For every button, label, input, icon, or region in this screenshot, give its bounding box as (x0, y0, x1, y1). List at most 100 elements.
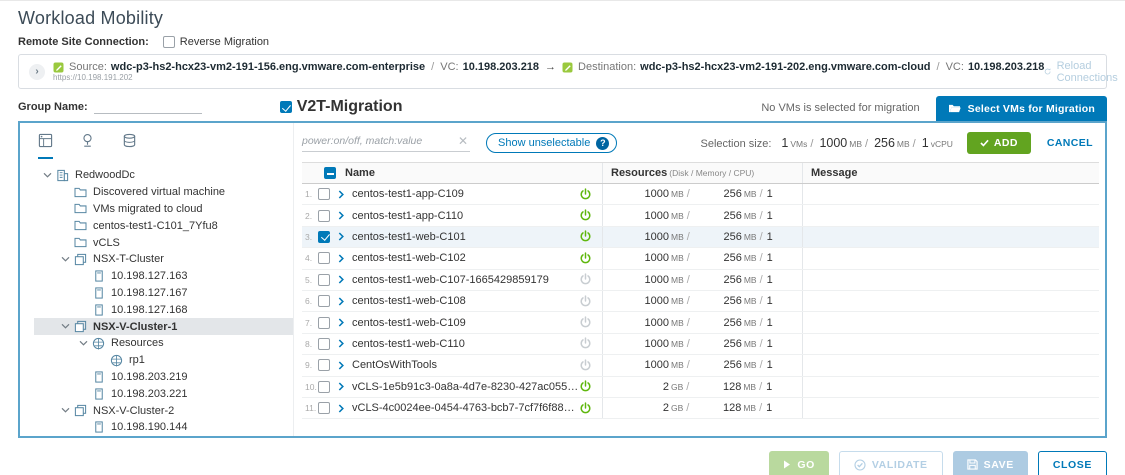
chevron-right-icon[interactable] (338, 404, 345, 413)
tree-item-nsx-v-cluster-1[interactable]: NSX-V-Cluster-1 (34, 318, 293, 335)
table-row[interactable]: 10.vCLS-1e5b91c3-0a8a-4d7e-8230-427ac055… (302, 377, 1099, 398)
v2t-migration-label: V2T-Migration (297, 98, 403, 116)
chevron-right-icon[interactable] (338, 339, 345, 348)
row-checkbox[interactable] (318, 210, 330, 222)
page-title: Workload Mobility (18, 1, 1107, 36)
tree-item-label: NSX-V-Cluster-2 (93, 405, 174, 417)
table-row[interactable]: 8.centos-test1-web-C1101000MB/256MB/1 (302, 334, 1099, 355)
inventory-tree-pane: RedwoodDcDiscovered virtual machineVMs m… (20, 123, 294, 436)
row-checkbox[interactable] (318, 188, 330, 200)
chevron-down-icon[interactable] (79, 340, 88, 347)
row-checkbox[interactable] (318, 359, 330, 371)
column-resources: Resources (611, 167, 667, 179)
chevron-right-icon[interactable] (338, 275, 345, 284)
tab-storage[interactable] (122, 133, 137, 159)
tree-item-nsx-v-cluster-2[interactable]: NSX-V-Cluster-2 (34, 402, 293, 419)
reverse-migration-checkbox[interactable]: Reverse Migration (163, 36, 269, 48)
row-checkbox[interactable] (318, 231, 330, 243)
row-checkbox[interactable] (318, 252, 330, 264)
chevron-down-icon[interactable] (61, 407, 70, 414)
tree-item-discovered-virtual-machine[interactable]: Discovered virtual machine (34, 184, 293, 201)
vm-resources: 1000MB/256MB/1 (602, 312, 802, 332)
v2t-migration-checkbox[interactable]: V2T-Migration (280, 98, 403, 116)
chevron-right-icon[interactable] (338, 254, 345, 263)
row-checkbox[interactable] (318, 317, 330, 329)
tree-item-10-198-203-221[interactable]: 10.198.203.221 (34, 385, 293, 402)
table-row[interactable]: 1.centos-test1-app-C1091000MB/256MB/1 (302, 184, 1099, 205)
host-icon (94, 371, 104, 383)
tree-item-10-198-127-163[interactable]: 10.198.127.163 (34, 268, 293, 285)
chevron-down-icon[interactable] (43, 172, 52, 179)
tab-vms-and-templates[interactable] (80, 133, 95, 159)
reload-connections-button[interactable]: Reload Connections (1044, 60, 1121, 84)
vm-message (802, 291, 1099, 311)
tree-item-resources[interactable]: Resources (34, 335, 293, 352)
chevron-right-icon[interactable] (338, 211, 345, 220)
row-checkbox[interactable] (318, 381, 330, 393)
tree-item-vcls[interactable]: vCLS (34, 234, 293, 251)
vm-filter-input[interactable]: power:on/off, match:value ✕ (302, 134, 470, 152)
row-checkbox[interactable] (318, 402, 330, 414)
expand-connection-chevron[interactable]: › (29, 64, 45, 80)
tree-item-label: centos-test1-C101_7Yfu8 (93, 220, 218, 232)
destination-vc-label: VC: (946, 61, 964, 73)
chevron-right-icon[interactable] (338, 318, 345, 327)
tree-item-10-198-190-144[interactable]: 10.198.190.144 (34, 419, 293, 436)
tree-item-label: NSX-V-Cluster-1 (93, 321, 177, 333)
host-icon (94, 388, 104, 400)
save-button[interactable]: SAVE (953, 451, 1028, 475)
refresh-icon (1044, 66, 1051, 77)
vm-message (802, 398, 1099, 418)
selection-metrics: 1VMs/1000MB/256MB/1vCPU (775, 136, 952, 150)
vm-message (802, 377, 1099, 397)
select-vms-tab[interactable]: Select VMs for Migration (936, 96, 1107, 121)
select-all-checkbox[interactable] (324, 167, 336, 179)
chevron-down-icon[interactable] (61, 323, 70, 330)
checkbox-checked-icon[interactable] (280, 101, 292, 113)
cancel-button[interactable]: CANCEL (1047, 137, 1093, 149)
chevron-right-icon[interactable] (338, 232, 345, 241)
table-row[interactable]: 7.centos-test1-web-C1091000MB/256MB/1 (302, 312, 1099, 333)
tree-item-label: NSX-T-Cluster (93, 253, 164, 265)
tab-hosts-and-clusters[interactable] (38, 133, 53, 159)
checkbox-icon[interactable] (163, 36, 175, 48)
table-row[interactable]: 2.centos-test1-app-C1101000MB/256MB/1 (302, 205, 1099, 226)
validate-button[interactable]: VALIDATE (839, 451, 943, 475)
tree-item-centos-test1-c101-7yfu8[interactable]: centos-test1-C101_7Yfu8 (34, 217, 293, 234)
tree-item-nsx-t-cluster[interactable]: NSX-T-Cluster (34, 251, 293, 268)
chevron-right-icon[interactable] (338, 190, 345, 199)
table-row[interactable]: 11.vCLS-4c0024ee-0454-4763-bcb7-7cf7f6f8… (302, 398, 1099, 419)
tree-item-10-198-203-219[interactable]: 10.198.203.219 (34, 369, 293, 386)
go-button-label: GO (797, 459, 815, 471)
go-button[interactable]: GO (769, 451, 829, 475)
table-row[interactable]: 9.CentOsWithTools1000MB/256MB/1 (302, 355, 1099, 376)
inventory-view-tabs (34, 131, 293, 159)
power-icon (579, 380, 592, 393)
chevron-right-icon[interactable] (338, 361, 345, 370)
show-unselectable-button[interactable]: Show unselectable ? (486, 133, 617, 153)
tree-item-redwooddc[interactable]: RedwoodDc (34, 167, 293, 184)
table-row[interactable]: 6.centos-test1-web-C1081000MB/256MB/1 (302, 291, 1099, 312)
table-row[interactable]: 3.centos-test1-web-C1011000MB/256MB/1 (302, 227, 1099, 248)
table-row[interactable]: 4.centos-test1-web-C1021000MB/256MB/1 (302, 248, 1099, 269)
clear-filter-icon[interactable]: ✕ (456, 134, 470, 148)
table-row[interactable]: 5.centos-test1-web-C107-1665429859179100… (302, 270, 1099, 291)
row-checkbox[interactable] (318, 295, 330, 307)
close-button[interactable]: CLOSE (1038, 451, 1107, 475)
row-checkbox[interactable] (318, 338, 330, 350)
tree-item-10-198-127-167[interactable]: 10.198.127.167 (34, 285, 293, 302)
row-checkbox[interactable] (318, 274, 330, 286)
tree-item-10-198-127-168[interactable]: 10.198.127.168 (34, 301, 293, 318)
group-name-input[interactable] (94, 100, 202, 114)
vm-name: CentOsWithTools (352, 359, 437, 371)
tree-item-vms-migrated-to-cloud[interactable]: VMs migrated to cloud (34, 201, 293, 218)
help-badge-icon[interactable]: ? (596, 137, 609, 150)
chevron-right-icon[interactable] (338, 382, 345, 391)
add-button[interactable]: ADD (967, 132, 1031, 154)
chevron-right-icon[interactable] (338, 297, 345, 306)
column-resources-sub: (Disk / Memory / CPU) (669, 168, 754, 178)
vm-name: centos-test1-web-C108 (352, 295, 466, 307)
chevron-down-icon[interactable] (61, 256, 70, 263)
tree-item-rp1[interactable]: rp1 (34, 352, 293, 369)
row-number: 11. (302, 403, 318, 413)
